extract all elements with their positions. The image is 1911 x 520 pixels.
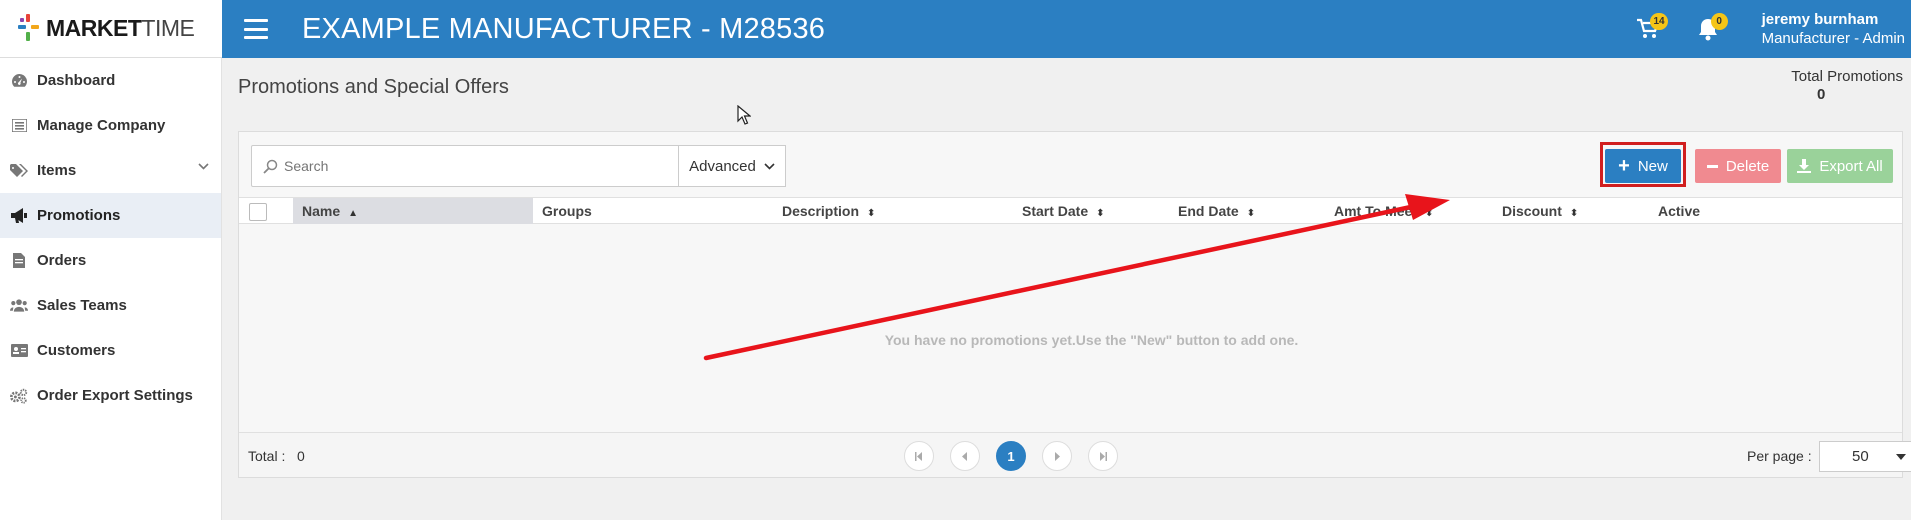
column-discount[interactable]: Discount ⬍ bbox=[1493, 198, 1649, 224]
sidebar-item-label: Promotions bbox=[37, 207, 121, 224]
notifications-button[interactable]: 0 bbox=[1688, 9, 1728, 49]
sidebar-item-sales-teams[interactable]: Sales Teams bbox=[0, 283, 221, 328]
first-page-icon bbox=[915, 451, 922, 461]
cart-count-badge: 14 bbox=[1650, 13, 1668, 30]
user-menu[interactable]: jeremy burnham Manufacturer - Admin bbox=[1762, 10, 1905, 48]
empty-state-message: You have no promotions yet.Use the "New"… bbox=[884, 332, 1299, 348]
table-footer: Total : 0 1 Per page : 50 bbox=[239, 432, 1911, 477]
sidebar-item-label: Manage Company bbox=[37, 117, 166, 134]
table-header: Name ▲ Groups Description ⬍ Start Date ⬍ En… bbox=[239, 197, 1902, 224]
plus-icon: + bbox=[1618, 155, 1630, 177]
column-end-date[interactable]: End Date ⬍ bbox=[1169, 198, 1325, 224]
cogs-icon bbox=[10, 387, 28, 405]
advanced-label: Advanced bbox=[689, 157, 756, 175]
next-page-button[interactable] bbox=[1042, 441, 1072, 471]
logo-mark-icon bbox=[18, 13, 40, 44]
list-icon bbox=[10, 117, 28, 135]
search-input[interactable] bbox=[284, 158, 664, 174]
tags-icon bbox=[10, 162, 28, 180]
per-page-value: 50 bbox=[1852, 448, 1869, 465]
sidebar-item-order-export-settings[interactable]: Order Export Settings bbox=[0, 373, 221, 418]
sidebar-item-promotions[interactable]: Promotions bbox=[0, 193, 221, 238]
cart-button[interactable]: 14 bbox=[1628, 9, 1668, 49]
select-all-checkbox[interactable] bbox=[249, 203, 267, 221]
column-active: Active bbox=[1658, 203, 1701, 219]
new-button[interactable]: + New bbox=[1605, 149, 1681, 183]
per-page-select[interactable]: 50 bbox=[1819, 441, 1911, 472]
sort-icon: ⬍ bbox=[1424, 208, 1434, 219]
total-promotions-value: 0 bbox=[1816, 86, 1826, 103]
last-page-button[interactable] bbox=[1088, 441, 1118, 471]
sidebar-item-label: Order Export Settings bbox=[37, 387, 193, 404]
sidebar-item-label: Orders bbox=[37, 252, 87, 269]
column-groups: Groups bbox=[542, 203, 592, 219]
per-page-label: Per page : bbox=[1747, 448, 1812, 464]
company-title: EXAMPLE MANUFACTURER - M28536 bbox=[302, 12, 826, 45]
footer-total-value: 0 bbox=[297, 448, 305, 464]
sidebar-item-customers[interactable]: Customers bbox=[0, 328, 221, 373]
column-amt-to-meet[interactable]: Amt To Meet ⬍ bbox=[1325, 198, 1493, 224]
sidebar-item-orders[interactable]: Orders bbox=[0, 238, 221, 283]
export-label: Export All bbox=[1819, 157, 1883, 175]
column-description[interactable]: Description ⬍ bbox=[773, 198, 1013, 224]
total-promotions: Total Promotions 0 bbox=[1791, 68, 1903, 103]
footer-total: Total : 0 bbox=[248, 448, 305, 464]
column-name[interactable]: Name ▲ bbox=[293, 198, 533, 224]
megaphone-icon bbox=[10, 207, 28, 225]
first-page-button[interactable] bbox=[904, 441, 934, 471]
menu-toggle-icon[interactable] bbox=[244, 19, 268, 39]
search-icon bbox=[263, 159, 278, 174]
minus-icon bbox=[1706, 164, 1718, 168]
user-role: Manufacturer - Admin bbox=[1761, 30, 1905, 47]
logo-text: MARKETTIME bbox=[46, 15, 195, 41]
sort-icon: ⬍ bbox=[867, 208, 876, 219]
total-promotions-label: Total Promotions bbox=[1791, 68, 1903, 85]
id-card-icon bbox=[10, 342, 28, 360]
sort-icon: ⬍ bbox=[1569, 208, 1579, 219]
advanced-search-button[interactable]: Advanced bbox=[679, 145, 786, 187]
sidebar-item-items[interactable]: Items bbox=[0, 148, 221, 193]
sidebar-item-label: Sales Teams bbox=[37, 297, 127, 314]
sort-icon: ⬍ bbox=[1246, 208, 1256, 219]
chevron-down-icon[interactable] bbox=[198, 163, 209, 170]
sidebar-item-label: Items bbox=[37, 162, 77, 179]
sort-ascending-icon: ▲ bbox=[348, 208, 359, 219]
export-all-button[interactable]: Export All bbox=[1787, 149, 1893, 183]
column-start-date[interactable]: Start Date ⬍ bbox=[1013, 198, 1169, 224]
page-title: Promotions and Special Offers bbox=[238, 76, 509, 98]
notification-count-badge: 0 bbox=[1710, 13, 1728, 30]
caret-down-icon bbox=[1896, 454, 1906, 460]
users-icon bbox=[10, 297, 28, 315]
promotions-panel: Advanced + New Delete Export All Name▲ G… bbox=[238, 131, 1911, 478]
user-name: jeremy burnham bbox=[1761, 11, 1879, 28]
delete-button[interactable]: Delete bbox=[1695, 149, 1781, 183]
top-right-controls: 14 0 jeremy burnham Manufacturer - Admin bbox=[1628, 0, 1911, 58]
delete-label: Delete bbox=[1725, 157, 1770, 175]
download-icon bbox=[1797, 159, 1812, 173]
main-content: Promotions and Special Offers Total Prom… bbox=[222, 58, 1911, 520]
toolbar: Advanced + New Delete Export All bbox=[239, 132, 1902, 198]
page-1-button[interactable]: 1 bbox=[996, 441, 1026, 471]
sidebar-item-label: Dashboard bbox=[37, 72, 116, 89]
document-icon bbox=[10, 252, 28, 270]
sidebar-item-dashboard[interactable]: Dashboard bbox=[0, 58, 221, 103]
mouse-cursor-icon bbox=[737, 105, 751, 125]
logo[interactable]: MARKETTIME bbox=[0, 0, 222, 58]
search-box bbox=[251, 145, 679, 187]
sort-icon: ⬍ bbox=[1096, 208, 1105, 219]
last-page-icon bbox=[1100, 451, 1107, 461]
pagination: 1 bbox=[904, 441, 1118, 471]
speedometer-icon bbox=[10, 72, 28, 90]
chevron-down-icon bbox=[764, 162, 775, 170]
top-bar: MARKETTIME EXAMPLE MANUFACTURER - M28536… bbox=[0, 0, 1911, 58]
new-label: New bbox=[1637, 157, 1668, 175]
sidebar-item-label: Customers bbox=[37, 342, 116, 359]
previous-page-button[interactable] bbox=[950, 441, 980, 471]
next-page-icon bbox=[1055, 451, 1060, 461]
previous-page-icon bbox=[962, 451, 967, 461]
sidebar-item-manage-company[interactable]: Manage Company bbox=[0, 103, 221, 148]
sidebar: Dashboard Manage Company Items Promotion… bbox=[0, 58, 222, 520]
